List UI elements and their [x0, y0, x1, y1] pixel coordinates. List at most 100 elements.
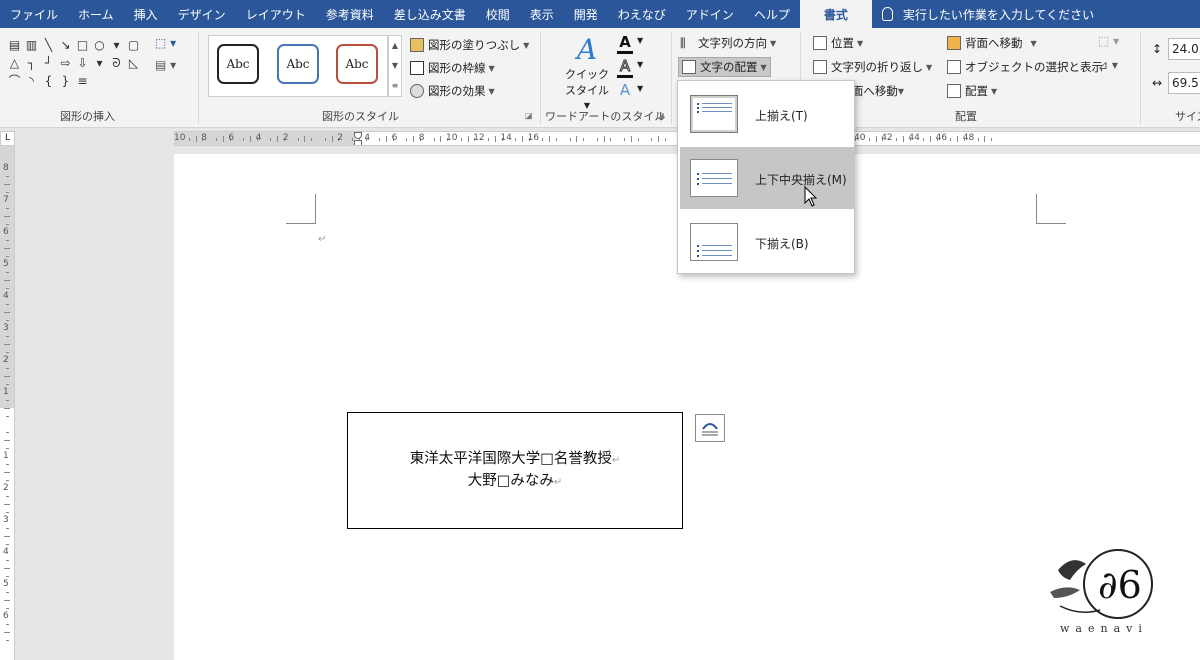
align-objects-button[interactable]: 配置 ▼ [947, 82, 997, 100]
selected-textbox[interactable]: 東洋太平洋国際大学□名誉教授↵ 大野□みなみ↵ [347, 412, 683, 529]
gallery-down-icon[interactable]: ▾ [91, 54, 108, 72]
chevron-down-icon[interactable]: ▼ [637, 60, 643, 69]
ruler-number: 8 [201, 133, 207, 143]
tab-format[interactable]: 書式 [799, 0, 872, 28]
tab-layout[interactable]: レイアウト [236, 0, 316, 28]
text-outline-icon[interactable]: A [617, 57, 633, 78]
freeform-shape-icon[interactable]: ᘐ [108, 54, 125, 72]
send-backward-icon [947, 36, 961, 50]
rotate-icon[interactable]: ⊿ ▾ [1098, 58, 1118, 72]
rounded-rect-shape-icon[interactable]: ▢ [125, 36, 142, 54]
send-backward-button[interactable]: 背面へ移動 ▼ [947, 34, 1037, 52]
left-indent-marker[interactable] [354, 140, 362, 145]
ruler-tick [4, 248, 10, 249]
first-line-indent-marker[interactable] [354, 132, 362, 139]
tab-home[interactable]: ホーム [68, 0, 124, 28]
menu-item-align-top[interactable]: 上揃え(T) [680, 83, 854, 145]
dialog-launcher-icon[interactable]: ◪ [525, 111, 533, 120]
textbox-shape-icon[interactable]: ▤ [6, 36, 23, 54]
gallery-more-icon[interactable]: ≡ [389, 76, 401, 96]
gallery-expand-icon[interactable]: ≡ [74, 72, 91, 90]
tab-selector[interactable]: L [0, 131, 15, 146]
triangle-right-shape-icon[interactable]: ◺ [125, 54, 142, 72]
selection-pane-button[interactable]: オブジェクトの選択と表示 [947, 58, 1103, 76]
ruler-tick [603, 136, 605, 142]
chevron-down-icon[interactable]: ▼ [637, 84, 643, 93]
gallery-scroll[interactable]: ▲ ▼ ≡ [388, 35, 402, 97]
shape-style-3[interactable]: Abc [336, 44, 378, 84]
ruler-tick [488, 138, 489, 141]
ruler-tick [4, 344, 10, 345]
menu-item-label: 下揃え(B) [755, 237, 809, 251]
menu-item-align-bottom[interactable]: 下揃え(B) [680, 211, 854, 273]
align-text-button[interactable]: 文字の配置 ▼ [678, 57, 771, 77]
more-shapes-icon[interactable]: ▾ [108, 36, 125, 54]
text-direction-button[interactable]: ⫼ 文字列の方向 ▼ [680, 34, 776, 52]
shape-style-1[interactable]: Abc [217, 44, 259, 84]
tab-insert[interactable]: 挿入 [124, 0, 168, 28]
ruler-number: 2 [337, 133, 343, 143]
ruler-tick [6, 592, 9, 593]
ruler-number: 2 [282, 133, 289, 143]
rectangle-shape-icon[interactable]: □ [74, 36, 91, 54]
chevron-down-icon[interactable]: ▼ [637, 36, 643, 45]
ruler-tick [216, 138, 217, 141]
tab-mailings[interactable]: 差し込み文書 [384, 0, 476, 28]
group-objects-icon[interactable]: ⬚ ▾ [1098, 34, 1119, 48]
elbow-connector-shape-icon[interactable]: ┐ [23, 54, 40, 72]
left-brace-shape-icon[interactable]: { [40, 72, 57, 90]
pen-icon [410, 61, 424, 75]
shape-outline-button[interactable]: 図形の枠線 ▼ [410, 59, 495, 77]
menu-item-label: 上下中央揃え(M) [755, 173, 847, 187]
tab-view[interactable]: 表示 [520, 0, 564, 28]
edit-shape-icon[interactable]: ⬚ ▾ [155, 36, 185, 54]
ruler-tick [222, 136, 224, 142]
shape-width-input[interactable]: 69.5 [1168, 72, 1200, 94]
shape-style-gallery[interactable]: Abc Abc Abc [208, 35, 388, 97]
text-fill-icon[interactable]: A [617, 33, 633, 54]
tab-design[interactable]: デザイン [168, 0, 236, 28]
text-effects-icon[interactable]: A [617, 81, 633, 99]
shape-style-2[interactable]: Abc [277, 44, 319, 84]
ruler-tick [6, 640, 9, 641]
menu-item-align-middle[interactable]: 上下中央揃え(M) [680, 147, 854, 209]
wrap-text-button[interactable]: 文字列の折り返し ▼ [813, 58, 932, 76]
down-arrow-shape-icon[interactable]: ⇩ [74, 54, 91, 72]
line-shape-icon[interactable]: ╲ [40, 36, 57, 54]
align-text-icon [682, 60, 696, 74]
right-brace-shape-icon[interactable]: } [57, 72, 74, 90]
ruler-number: 10 [174, 133, 186, 143]
quick-styles-button[interactable]: A クイック スタイル ▼ [562, 34, 612, 111]
gallery-up-icon[interactable]: ▲ [389, 36, 401, 56]
tell-me-box[interactable]: 実行したい作業を入力してください [872, 0, 1094, 28]
triangle-shape-icon[interactable]: △ [6, 54, 23, 72]
selection-pane-icon [947, 60, 961, 74]
tab-references[interactable]: 参考資料 [316, 0, 384, 28]
vertical-textbox-shape-icon[interactable]: ▥ [23, 36, 40, 54]
dialog-launcher-icon[interactable]: ◪ [657, 111, 665, 120]
ruler-tick [576, 136, 578, 142]
shape-fill-button[interactable]: 図形の塗りつぶし ▼ [410, 36, 529, 54]
arrow-line-shape-icon[interactable]: ↘ [57, 36, 74, 54]
arc-shape-icon[interactable]: ◝ [23, 72, 40, 90]
curve-shape-icon[interactable]: ⌒ [6, 72, 23, 90]
draw-textbox-icon[interactable]: ▤ ▾ [155, 58, 185, 76]
right-arrow-shape-icon[interactable]: ⇨ [57, 54, 74, 72]
ruler-tick [624, 138, 625, 141]
tab-file[interactable]: ファイル [0, 0, 68, 28]
tab-waenavi[interactable]: わえなび [608, 0, 676, 28]
tab-review[interactable]: 校閲 [476, 0, 520, 28]
vertical-ruler[interactable]: 8 7 6 5 4 3 2 1 1 2 3 4 5 6 [0, 146, 15, 660]
layout-options-button[interactable] [695, 414, 725, 442]
elbow-arrow-shape-icon[interactable]: ┘ [40, 54, 57, 72]
tab-help[interactable]: ヘルプ [744, 0, 800, 28]
tab-addins[interactable]: アドイン [676, 0, 744, 28]
shapes-gallery[interactable]: ▤ ▥ ╲ ↘ □ ○ ▾ ▢ △ ┐ ┘ ⇨ ⇩ ▾ ᘐ ◺ ⌒ ◝ { } … [6, 36, 148, 102]
shape-effects-button[interactable]: 図形の効果 ▼ [410, 82, 495, 100]
shape-height-input[interactable]: 24.0 [1168, 38, 1200, 60]
oval-shape-icon[interactable]: ○ [91, 36, 108, 54]
position-button[interactable]: 位置 ▼ [813, 34, 863, 52]
tab-developer[interactable]: 開発 [564, 0, 608, 28]
ruler-tick [188, 138, 190, 141]
gallery-down-icon[interactable]: ▼ [389, 56, 401, 76]
